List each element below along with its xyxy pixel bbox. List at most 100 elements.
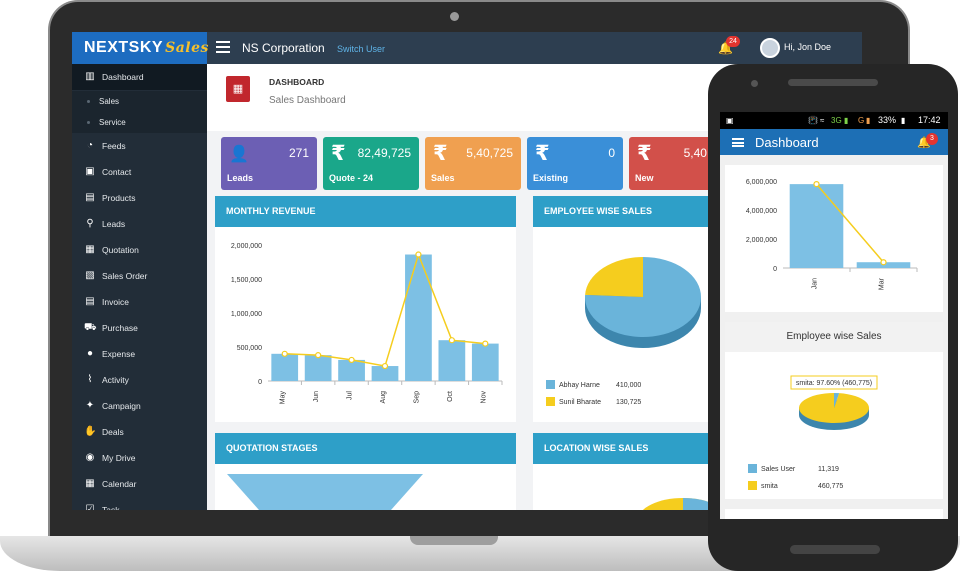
phone-title: Dashboard [755,135,819,150]
pie-slice-sunil-bharate [585,257,643,297]
sidebar-item-sales-order[interactable]: ▧ Sales Order [72,263,207,289]
stat-card-quote[interactable]: ₹82,49,725 Quote - 24 [323,137,419,190]
notification-badge: 24 [726,36,740,47]
y-tick-label: 6,000,000 [746,179,777,186]
y-tick-label: 1,000,000 [231,311,262,318]
line-point [880,259,887,266]
phone-badge: 3 [926,133,938,145]
laptop-notch [410,536,498,545]
legend-swatch [748,481,757,490]
sidebar-item-my-drive[interactable]: ◉ My Drive [72,445,207,471]
box-icon: ▤ [85,192,95,203]
signal2-icon: ▮ [866,116,871,125]
phone-home-button[interactable] [790,545,880,554]
phone-revenue-chart: 6,000,000 4,000,000 2,000,000 0 Jan Mar [746,179,918,290]
x-tick-label: Nov [480,391,487,404]
sidebar-item-expense[interactable]: ● Expense [72,341,207,367]
funnel-stage [227,474,423,510]
logo-sub: Sales [165,40,209,56]
phone-employee-chart: Sales User 11,319 smita 460,775 smita: 97.60… [748,375,878,490]
sidebar-item-contact[interactable]: ▣ Contact [72,159,207,185]
legend-value: 11,319 [818,466,839,473]
laptop-camera [450,12,459,21]
legend-swatch [546,397,555,406]
x-tick-label: Sep [413,391,420,404]
y-tick-label: 0 [258,379,262,386]
x-tick-label: Aug [380,391,387,404]
phone-revenue-card: 6,000,000 4,000,000 2,000,000 0 Jan Mar [725,165,943,312]
sidebar-item-campaign[interactable]: ✦ Campaign [72,393,207,419]
phone-menu-icon[interactable] [732,138,744,147]
legend-label: smita [761,483,778,490]
stat-card-sales[interactable]: ₹5,40,725 Sales [425,137,521,190]
legend-value: 130,725 [616,399,641,406]
line-point [448,337,455,344]
rupee-icon: ₹ [331,142,346,165]
sidebar-item-label: Deals [102,427,124,437]
y-tick-label: 500,000 [237,345,262,352]
stat-card-existing[interactable]: ₹0 Existing [527,137,623,190]
sidebar-item-label: My Drive [102,453,136,463]
phone-speaker [788,79,878,86]
monthly-revenue-panel: MONTHLY REVENUE 2,000,000 1,500,000 1,000,… [215,196,516,422]
quotation-stages-panel: QUOTATION STAGES [215,433,516,510]
campaign-icon: ✦ [85,400,95,411]
sidebar-item-label: Task [102,505,120,510]
sidebar-item-label: Expense [102,349,136,359]
status-bar: ▣ 📳 ≈ 3G ▮ G ▮ 33% ▮ 17:42 [720,112,948,129]
y-tick-label: 1,500,000 [231,277,262,284]
sidebar-item-quotation[interactable]: ▦ Quotation [72,237,207,263]
sidebar-item-label: Service [99,118,126,127]
legend-swatch [546,380,555,389]
sidebar-item-label: Purchase [102,323,138,333]
phone-app-bar: Dashboard [720,129,948,155]
activity-icon: ⌇ [87,374,93,385]
sidebar-item-activity[interactable]: ⌇ Activity [72,367,207,393]
x-tick-label: Jul [347,391,354,400]
y-tick-label: 2,000,000 [231,243,262,250]
card-value: 271 [288,146,309,160]
wifi-icon: ≈ [820,116,825,125]
sidebar-item-sales[interactable]: Sales [72,91,207,112]
menu-icon[interactable] [216,41,230,53]
bar-chart-icon: ▥ [85,71,95,82]
sidebar-item-label: Sales [99,97,120,106]
bar-may [271,353,299,381]
funnel-chart [227,474,423,510]
y-tick-label: 2,000,000 [746,237,777,244]
signal-icon: ▮ [844,116,849,125]
dashboard-icon: ▦ [226,76,250,102]
line-point [315,352,322,359]
card-label: Quote - 24 [329,173,374,183]
switch-user-link[interactable]: Switch User [337,44,385,54]
network-3g: 3G [831,116,842,125]
user-greeting[interactable]: Hi, Jon Doe [784,42,831,52]
sidebar-item-feeds[interactable]: ◔ Feeds [72,133,207,159]
sidebar-item-label: Contact [102,167,132,177]
app-logo[interactable]: NEXTSKY Sales [72,32,209,64]
sidebar-item-calendar[interactable]: ▦ Calendar [72,471,207,497]
sidebar-item-deals[interactable]: ✋ Deals [72,419,207,445]
sidebar-item-service[interactable]: Service [72,112,207,133]
rss-icon: ◔ [86,140,94,151]
card-value: 5,40,725 [466,146,513,160]
sidebar-item-invoice[interactable]: ▤ Invoice [72,289,207,315]
sidebar-item-products[interactable]: ▤ Products [72,185,207,211]
x-tick-label: Mar [879,277,886,290]
x-tick-label: May [280,391,287,405]
sidebar-item-dashboard[interactable]: ▥ Dashboard [72,64,207,90]
battery-icon: ▮ [901,116,906,125]
sidebar-item-label: Invoice [102,297,129,307]
battery-percent: 33% [878,115,897,125]
calendar-icon: ▦ [85,478,95,489]
monthly-revenue-chart: 2,000,000 1,500,000 1,000,000 500,000 0 May Ju… [231,243,503,405]
rupee-icon: ₹ [535,142,550,165]
stat-card-leads[interactable]: 👤 271 Leads [221,137,317,190]
sidebar-item-purchase[interactable]: ⛟ Purchase [72,315,207,341]
sidebar-item-leads[interactable]: ⚲ Leads [72,211,207,237]
drive-icon: ◉ [85,452,95,463]
sidebar-item-task[interactable]: ☑ Task [72,497,207,510]
money-bag-icon: ● [86,348,94,359]
phone-card-title: Employee wise Sales [725,322,943,352]
avatar[interactable] [760,38,780,58]
